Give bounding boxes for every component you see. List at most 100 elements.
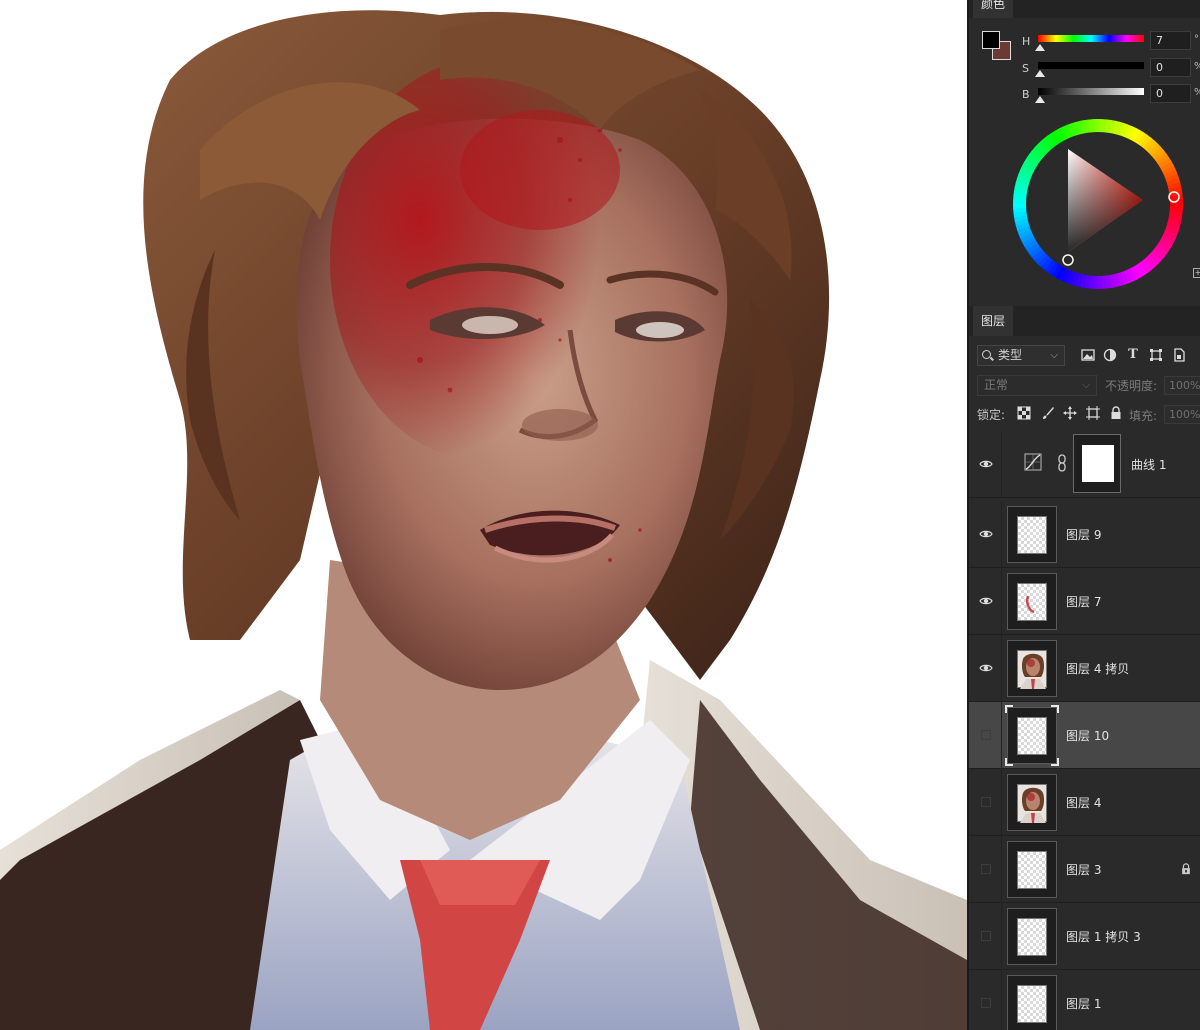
filter-shape-icon[interactable] — [1149, 348, 1163, 362]
hue-unit: ° — [1194, 34, 1199, 45]
transparency-checkerboard — [1017, 516, 1047, 554]
layer-row[interactable]: 图层 4 — [969, 769, 1200, 836]
visibility-eye-icon[interactable] — [979, 527, 993, 541]
layer-thumbnail[interactable] — [1007, 506, 1057, 563]
visibility-toggle[interactable] — [981, 864, 991, 874]
column-divider — [1001, 635, 1002, 702]
layer-thumbnail[interactable] — [1007, 908, 1057, 965]
panel-options-icon[interactable]: + — [1193, 268, 1200, 278]
lock-transparent-pixels-icon[interactable] — [1017, 406, 1031, 420]
transparency-checkerboard — [1017, 918, 1047, 956]
hue-slider-thumb[interactable] — [1035, 44, 1045, 51]
layer-row[interactable]: 图层 10 — [969, 702, 1200, 769]
transparency-checkerboard — [1017, 985, 1047, 1023]
brightness-slider[interactable] — [1038, 88, 1144, 95]
saturation-slider[interactable] — [1038, 62, 1144, 69]
color-marker[interactable] — [1062, 254, 1074, 266]
saturation-slider-thumb[interactable] — [1035, 70, 1045, 77]
right-panel: 颜色 H 7 ° S 0 % B 0 % + — [967, 0, 1200, 1030]
portrait-thumbnail-art — [1020, 653, 1046, 689]
brightness-value-input[interactable]: 0 — [1150, 84, 1191, 103]
hue-ring-segment[interactable] — [1169, 203, 1183, 209]
filter-adjustment-icon[interactable] — [1103, 348, 1117, 362]
brightness-slider-thumb[interactable] — [1035, 96, 1045, 103]
layer-thumbnail[interactable] — [1007, 774, 1057, 831]
layer-lock-icon[interactable] — [1180, 863, 1192, 875]
layer-thumbnail[interactable] — [1007, 640, 1057, 697]
layer-name[interactable]: 图层 4 拷贝 — [1066, 660, 1129, 677]
portrait-mini — [1017, 784, 1047, 823]
saturation-value-input[interactable]: 0 — [1150, 58, 1191, 77]
color-wheel[interactable] — [1012, 118, 1184, 290]
layer-mask-thumbnail[interactable] — [1073, 434, 1121, 493]
saturation-unit: % — [1194, 61, 1200, 72]
foreground-color-swatch[interactable] — [982, 31, 1000, 49]
column-divider — [1001, 836, 1002, 903]
brightness-label: B — [1022, 88, 1030, 101]
layer-name[interactable]: 图层 10 — [1066, 727, 1109, 744]
layer-name[interactable]: 图层 9 — [1066, 526, 1101, 543]
triangle-shade — [1068, 149, 1143, 252]
hue-slider[interactable] — [1038, 35, 1144, 42]
layer-thumbnail[interactable] — [1007, 975, 1057, 1030]
layer-name[interactable]: 图层 4 — [1066, 794, 1101, 811]
layer-row[interactable]: 曲线 1 — [969, 431, 1200, 498]
column-divider — [1001, 431, 1002, 498]
filter-type-icon[interactable]: T — [1126, 348, 1140, 362]
fill-label: 填充: — [1129, 409, 1158, 423]
lock-artboard-icon[interactable] — [1086, 406, 1100, 420]
layer-row[interactable]: 图层 1 拷贝 3 — [969, 903, 1200, 970]
visibility-eye-icon[interactable] — [979, 594, 993, 608]
link-chain-icon[interactable] — [1057, 454, 1067, 472]
layer-filter-value: 类型 — [998, 348, 1023, 362]
filter-pixel-icon[interactable] — [1081, 348, 1095, 362]
portrait-painting — [0, 10, 967, 1030]
layer-row[interactable]: 图层 9 — [969, 501, 1200, 568]
layer-name[interactable]: 图层 1 — [1066, 995, 1101, 1012]
visibility-toggle[interactable] — [981, 998, 991, 1008]
column-divider — [1001, 769, 1002, 836]
layer-row[interactable]: 图层 7 — [969, 568, 1200, 635]
layer-name[interactable]: 曲线 1 — [1131, 456, 1166, 473]
column-divider — [1001, 568, 1002, 635]
lock-all-icon[interactable] — [1109, 406, 1123, 420]
transparency-checkerboard — [1017, 717, 1047, 755]
layer-row[interactable]: 图层 1 — [969, 970, 1200, 1030]
layer-thumbnail[interactable] — [1007, 573, 1057, 630]
thumbnail-selection-corner — [1005, 758, 1013, 766]
lock-position-icon[interactable] — [1063, 406, 1077, 420]
visibility-toggle[interactable] — [981, 797, 991, 807]
layer-thumbnail[interactable] — [1007, 707, 1057, 764]
layer-thumbnail[interactable] — [1007, 841, 1057, 898]
blend-mode-dropdown[interactable]: 正常 ⌵ — [977, 375, 1097, 396]
layer-filter-dropdown[interactable]: 类型 ⌵ — [977, 345, 1065, 366]
thumbnail-selection-corner — [1005, 705, 1013, 713]
portrait-thumbnail-art — [1020, 787, 1046, 823]
hue-label: H — [1022, 35, 1031, 48]
fill-input[interactable]: 100% — [1164, 405, 1200, 424]
layer-name[interactable]: 图层 7 — [1066, 593, 1101, 610]
layer-name[interactable]: 图层 3 — [1066, 861, 1101, 878]
hue-value-input[interactable]: 7 — [1150, 31, 1191, 50]
visibility-eye-icon[interactable] — [979, 457, 993, 471]
visibility-toggle[interactable] — [981, 730, 991, 740]
saturation-label: S — [1022, 62, 1029, 75]
layer-row[interactable]: 图层 3 — [969, 836, 1200, 903]
visibility-toggle[interactable] — [981, 931, 991, 941]
portrait-mini — [1017, 650, 1047, 689]
search-icon — [982, 350, 991, 359]
tab-color[interactable]: 颜色 — [973, 0, 1014, 18]
lock-image-pixels-icon[interactable] — [1041, 406, 1055, 420]
layer-row[interactable]: 图层 4 拷贝 — [969, 635, 1200, 702]
brightness-unit: % — [1194, 87, 1200, 98]
blend-mode-value: 正常 — [984, 378, 1009, 392]
layer-name[interactable]: 图层 1 拷贝 3 — [1066, 928, 1141, 945]
filter-smart-object-icon[interactable] — [1172, 348, 1186, 362]
document-canvas[interactable] — [0, 0, 967, 1030]
visibility-eye-icon[interactable] — [979, 661, 993, 675]
tab-layers[interactable]: 图层 — [973, 306, 1014, 336]
column-divider — [1001, 702, 1002, 769]
opacity-input[interactable]: 100% — [1164, 376, 1200, 395]
column-divider — [1001, 903, 1002, 970]
opacity-label: 不透明度: — [1105, 379, 1158, 393]
